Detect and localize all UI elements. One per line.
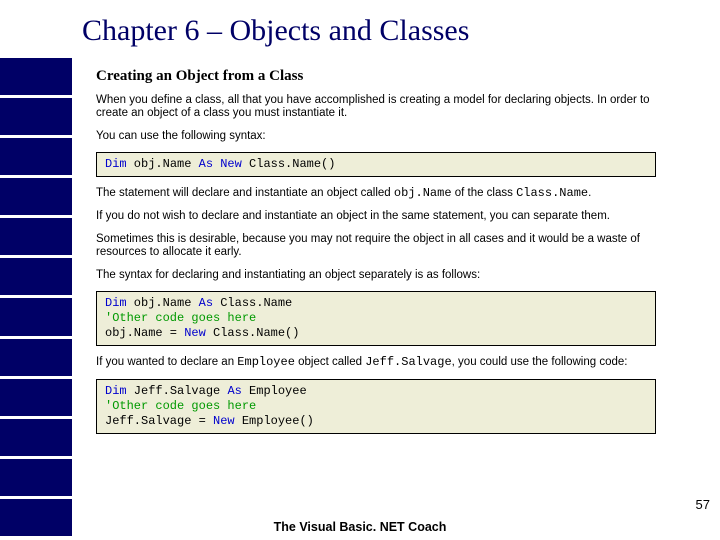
paragraph: The statement will declare and instantia… bbox=[96, 186, 656, 201]
keyword: New bbox=[213, 414, 235, 428]
sidebar-block bbox=[0, 298, 72, 335]
keyword: As bbox=[199, 296, 213, 310]
sidebar-block bbox=[0, 459, 72, 496]
paragraph: You can use the following syntax: bbox=[96, 130, 656, 144]
code-text: Class.Name() bbox=[206, 326, 300, 340]
slide: Chapter 6 – Objects and Classes Creating… bbox=[0, 0, 720, 540]
sidebar-block bbox=[0, 419, 72, 456]
keyword: New bbox=[184, 326, 206, 340]
text: If you wanted to declare an bbox=[96, 356, 237, 368]
page-number: 57 bbox=[696, 497, 710, 512]
paragraph: Sometimes this is desirable, because you… bbox=[96, 233, 656, 260]
keyword: As New bbox=[199, 157, 242, 171]
text: , you could use the following code: bbox=[452, 356, 628, 368]
inline-code: obj.Name bbox=[394, 186, 452, 200]
code-block: Dim obj.Name As New Class.Name() bbox=[96, 152, 656, 177]
code-text: Class.Name bbox=[213, 296, 292, 310]
code-text: Jeff.Salvage bbox=[127, 384, 228, 398]
code-text: obj.Name bbox=[127, 296, 199, 310]
code-text: Employee() bbox=[235, 414, 314, 428]
sidebar-block bbox=[0, 258, 72, 295]
code-text: Jeff.Salvage = bbox=[105, 414, 213, 428]
paragraph: When you define a class, all that you ha… bbox=[96, 94, 656, 121]
code-text: Class.Name() bbox=[242, 157, 336, 171]
inline-code: Jeff.Salvage bbox=[365, 355, 451, 369]
keyword: Dim bbox=[105, 157, 127, 171]
paragraph: If you wanted to declare an Employee obj… bbox=[96, 355, 656, 370]
code-block: Dim Jeff.Salvage As Employee 'Other code… bbox=[96, 379, 656, 434]
inline-code: Class.Name bbox=[516, 186, 588, 200]
code-block: Dim obj.Name As Class.Name 'Other code g… bbox=[96, 291, 656, 346]
chapter-title: Chapter 6 – Objects and Classes bbox=[82, 14, 469, 48]
sidebar-block bbox=[0, 178, 72, 215]
section-subtitle: Creating an Object from a Class bbox=[96, 68, 656, 86]
paragraph: If you do not wish to declare and instan… bbox=[96, 210, 656, 224]
sidebar-block bbox=[0, 98, 72, 135]
text: of the class bbox=[452, 187, 517, 199]
sidebar-decoration bbox=[0, 0, 72, 540]
paragraph: The syntax for declaring and instantiati… bbox=[96, 269, 656, 283]
comment: 'Other code goes here bbox=[105, 311, 256, 325]
text: The statement will declare and instantia… bbox=[96, 187, 394, 199]
keyword: As bbox=[227, 384, 241, 398]
sidebar-block bbox=[0, 138, 72, 175]
sidebar-block bbox=[0, 379, 72, 416]
inline-code: Employee bbox=[237, 355, 295, 369]
content-area: Creating an Object from a Class When you… bbox=[96, 68, 656, 443]
keyword: Dim bbox=[105, 296, 127, 310]
sidebar-block bbox=[0, 218, 72, 255]
sidebar-block bbox=[0, 339, 72, 376]
keyword: Dim bbox=[105, 384, 127, 398]
code-text: obj.Name bbox=[127, 157, 199, 171]
code-text: obj.Name = bbox=[105, 326, 184, 340]
text: . bbox=[588, 187, 591, 199]
sidebar-gap bbox=[0, 0, 72, 58]
footer-text: The Visual Basic. NET Coach bbox=[0, 520, 720, 534]
code-text: Employee bbox=[242, 384, 307, 398]
text: object called bbox=[295, 356, 365, 368]
sidebar-block bbox=[0, 58, 72, 95]
sidebar-blocks bbox=[0, 58, 72, 540]
comment: 'Other code goes here bbox=[105, 399, 256, 413]
